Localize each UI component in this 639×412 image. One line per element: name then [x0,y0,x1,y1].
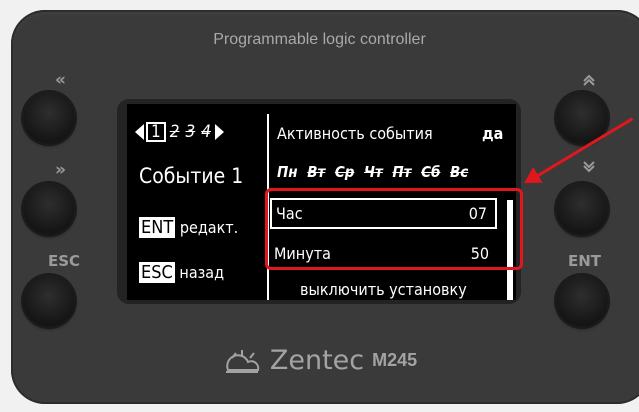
esc-hint-text: назад [179,263,225,282]
ent-hint-text: редакт. [179,218,239,237]
brand-name: Zentec [269,345,365,376]
esc-button-label: ESC [48,252,81,270]
model-name: M245 [372,350,418,370]
activity-label: Активность события [277,124,433,143]
bottom-action-text[interactable]: выключить установку [300,280,467,299]
ent-hint: ENT редакт. [139,217,238,238]
day-mon[interactable]: Пн [277,163,298,181]
ent-button-label: ENT [568,252,602,270]
scroll-up-right-label [582,72,596,91]
cloud-sun-icon [225,349,260,373]
day-tue[interactable]: Вт [307,163,325,181]
scroll-up-left-button[interactable] [23,92,75,144]
tab-right-arrow-icon[interactable] [214,124,224,140]
scroll-down-right-button[interactable] [556,183,608,235]
scroll-down-left-button[interactable] [23,183,75,235]
scroll-down-left-label: » [55,160,66,180]
event-title: Событие 1 [139,164,244,188]
day-thu[interactable]: Чт [364,163,383,181]
ent-button[interactable] [556,275,608,327]
tab-2[interactable]: 2 [168,122,182,142]
esc-hint: ESC назад [139,262,224,283]
day-sat[interactable]: Сб [421,163,440,181]
brand-logo: Zentec M245 [0,345,639,379]
day-wed[interactable]: Ср [335,163,355,181]
double-chevron-up-icon [583,74,595,86]
double-chevron-down-icon [583,161,595,173]
scroll-down-right-label [582,160,596,178]
tab-left-arrow-icon[interactable] [135,124,144,140]
tab-4[interactable]: 4 [199,122,213,142]
tab-1[interactable]: 1 [146,122,166,142]
annotation-highlight-box [265,188,523,270]
esc-button[interactable] [23,275,75,327]
device-title: Programmable logic controller [213,31,426,48]
day-fri[interactable]: Пт [392,163,411,181]
event-tab-selector[interactable]: 1 2 3 4 [135,122,224,142]
weekday-list[interactable]: Пн Вт Ср Чт Пт Сб Вс [277,162,473,181]
ent-key-badge: ENT [139,217,176,238]
esc-key-badge: ESC [139,262,175,283]
scroll-up-left-label: « [55,70,66,90]
activity-value[interactable]: да [482,124,503,143]
day-sun[interactable]: Вс [450,163,468,181]
tab-3[interactable]: 3 [183,122,197,142]
